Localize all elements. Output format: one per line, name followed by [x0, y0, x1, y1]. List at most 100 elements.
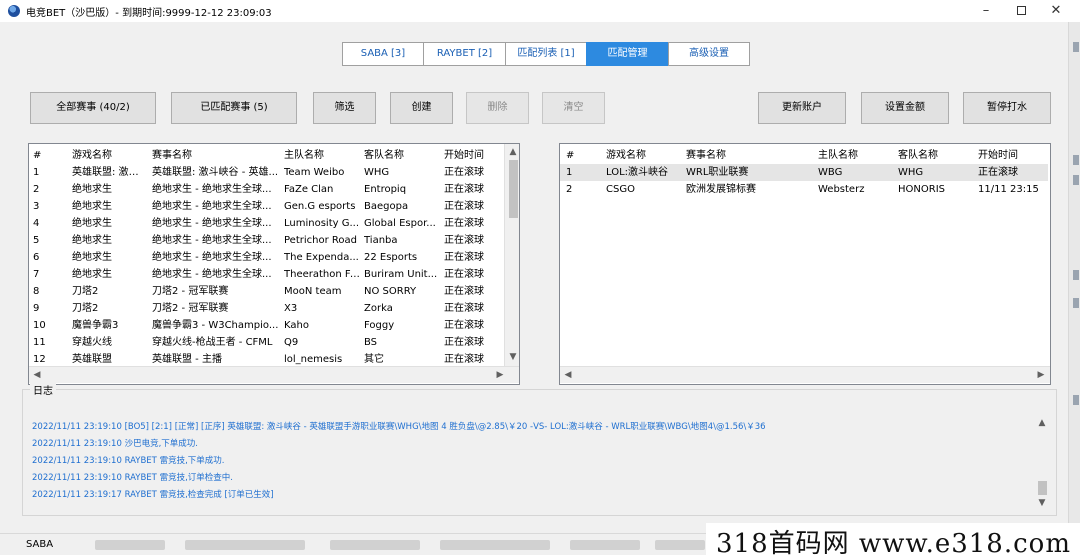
set-amount-button[interactable]: 设置金额	[861, 92, 949, 124]
matched-table-hscroll[interactable]: ◀ ▶	[560, 366, 1050, 383]
table-cell: WBG	[818, 167, 843, 178]
table-cell: Tianba	[364, 235, 398, 246]
table-cell: 英雄联盟: 激斗峡谷 - 英雄...	[152, 167, 279, 178]
table-row[interactable]: 6 绝地求生 绝地求生 - 绝地求生全球... The Expenda... 22 Es…	[29, 249, 500, 266]
events-table[interactable]: # 游戏名称 赛事名称 主队名称 客队名称 开始时间 1 英雄联盟: 激斗... 英…	[28, 143, 520, 385]
maximize-button[interactable]	[1003, 0, 1039, 22]
tab-saba[interactable]: SABA [3]	[342, 42, 424, 66]
log-vscroll[interactable]: ▲ ▼	[1034, 415, 1051, 513]
table-cell: 刀塔2	[72, 286, 99, 297]
table-cell: BS	[364, 337, 378, 348]
table-cell: 正在滚球	[444, 286, 484, 297]
log-line: 2022/11/11 23:19:10 RAYBET 雷竞技,订单检查中.	[32, 473, 233, 483]
scroll-up-icon[interactable]: ▲	[1036, 415, 1048, 432]
table-row[interactable]: 2 CSGO 欧洲发展锦标赛 Websterz HONORIS 11/11 23:15	[560, 181, 1048, 198]
tab-raybet[interactable]: RAYBET [2]	[423, 42, 506, 66]
col-index[interactable]: #	[566, 147, 601, 164]
log-line: 2022/11/11 23:19:17 RAYBET 雷竞技,检查完成 [订单已…	[32, 490, 274, 500]
table-cell: 穿越火线	[72, 337, 112, 348]
table-row[interactable]: 1 英雄联盟: 激斗... 英雄联盟: 激斗峡谷 - 英雄... Team Weibo…	[29, 164, 500, 181]
table-cell: 绝地求生 - 绝地求生全球...	[152, 184, 272, 195]
table-cell: WHG	[364, 167, 390, 178]
table-cell: 8	[33, 286, 40, 297]
table-cell: Foggy	[364, 320, 395, 331]
col-event[interactable]: 赛事名称	[686, 147, 814, 164]
table-cell: 魔兽争霸3	[72, 320, 119, 331]
col-home-team[interactable]: 主队名称	[284, 147, 360, 164]
scroll-up-icon[interactable]: ▲	[507, 144, 519, 161]
col-event[interactable]: 赛事名称	[152, 147, 280, 164]
table-row[interactable]: 1 LOL:激斗峡谷 WRL职业联赛 WBG WHG 正在滚球	[560, 164, 1048, 181]
minimize-button[interactable]: –	[968, 0, 1004, 22]
table-cell: 刀塔2 - 冠军联赛	[152, 286, 229, 297]
pause-betting-button[interactable]: 暂停打水	[963, 92, 1051, 124]
filter-button[interactable]: 筛选	[313, 92, 376, 124]
tab-advanced-settings[interactable]: 高级设置	[668, 42, 750, 66]
table-cell: 10	[33, 320, 46, 331]
table-row[interactable]: 10 魔兽争霸3 魔兽争霸3 - W3Champio... Kaho Foggy 正在滚球	[29, 317, 500, 334]
table-cell: 绝地求生	[72, 184, 112, 195]
delete-button[interactable]: 删除	[466, 92, 529, 124]
log-line: 2022/11/11 23:19:10 RAYBET 雷竞技,下单成功.	[32, 456, 225, 466]
col-start-time[interactable]: 开始时间	[444, 147, 504, 164]
table-cell: 11	[33, 337, 46, 348]
scroll-left-icon[interactable]: ◀	[562, 367, 574, 384]
col-game[interactable]: 游戏名称	[72, 147, 147, 164]
table-cell: Zorka	[364, 303, 393, 314]
table-row[interactable]: 9 刀塔2 刀塔2 - 冠军联赛 X3 Zorka 正在滚球	[29, 300, 500, 317]
table-row[interactable]: 3 绝地求生 绝地求生 - 绝地求生全球... Gen.G esports Baegop…	[29, 198, 500, 215]
table-cell: 魔兽争霸3 - W3Champio...	[152, 320, 279, 331]
col-away-team[interactable]: 客队名称	[898, 147, 974, 164]
maximize-icon	[1016, 6, 1026, 15]
table-row[interactable]: 7 绝地求生 绝地求生 - 绝地求生全球... Theerathon Fi... Bur…	[29, 266, 500, 283]
scroll-down-icon[interactable]: ▼	[507, 349, 519, 366]
table-cell: 绝地求生 - 绝地求生全球...	[152, 252, 272, 263]
table-row[interactable]: 5 绝地求生 绝地求生 - 绝地求生全球... Petrichor Road Tianb…	[29, 232, 500, 249]
table-cell: 绝地求生 - 绝地求生全球...	[152, 218, 272, 229]
events-table-vscroll[interactable]: ▲ ▼	[504, 144, 519, 366]
all-events-button[interactable]: 全部赛事 (40/2)	[30, 92, 156, 124]
scroll-right-icon[interactable]: ▶	[1035, 367, 1047, 384]
table-cell: 绝地求生	[72, 269, 112, 280]
table-cell: 2	[566, 184, 573, 195]
scroll-right-icon[interactable]: ▶	[494, 367, 506, 384]
table-cell: Baegopa	[364, 201, 409, 212]
col-away-team[interactable]: 客队名称	[364, 147, 440, 164]
table-cell: 英雄联盟: 激斗...	[72, 167, 147, 178]
main-tabs: SABA [3] RAYBET [2] 匹配列表 [1] 匹配管理 高级设置	[342, 42, 750, 66]
col-index[interactable]: #	[33, 147, 68, 164]
close-button[interactable]: ✕	[1038, 0, 1074, 22]
table-cell: CSGO	[606, 184, 635, 195]
refresh-accounts-button[interactable]: 更新账户	[758, 92, 846, 124]
site-watermark: 318首码网 www.e318.com	[716, 529, 1071, 555]
table-row[interactable]: 2 绝地求生 绝地求生 - 绝地求生全球... FaZe Clan Entropiq 正在…	[29, 181, 500, 198]
col-home-team[interactable]: 主队名称	[818, 147, 894, 164]
background-window-edge	[1068, 22, 1080, 555]
table-cell: NO SORRY	[364, 286, 417, 297]
window-title: 电竞BET（沙巴版）- 到期时间:9999-12-12 23:09:03	[26, 7, 272, 19]
matched-table[interactable]: # 游戏名称 赛事名称 主队名称 客队名称 开始时间 1 LOL:激斗峡谷 WRL职…	[559, 143, 1051, 385]
tab-match-manage[interactable]: 匹配管理	[586, 42, 669, 66]
table-cell: Global Espor...	[364, 218, 436, 229]
col-start-time[interactable]: 开始时间	[978, 147, 1048, 164]
table-cell: 3	[33, 201, 40, 212]
table-cell: 绝地求生	[72, 252, 112, 263]
events-table-hscroll[interactable]: ◀ ▶	[29, 366, 519, 383]
scroll-down-icon[interactable]: ▼	[1036, 495, 1048, 512]
table-row[interactable]: 8 刀塔2 刀塔2 - 冠军联赛 MooN team NO SORRY 正在滚球	[29, 283, 500, 300]
scroll-thumb[interactable]	[509, 160, 518, 218]
table-cell: 7	[33, 269, 40, 280]
table-cell: The Expenda...	[284, 252, 359, 263]
table-cell: 刀塔2	[72, 303, 99, 314]
table-cell: 9	[33, 303, 40, 314]
tab-match-list[interactable]: 匹配列表 [1]	[505, 42, 587, 66]
table-row[interactable]: 11 穿越火线 穿越火线-枪战王者 - CFML Q9 BS 正在滚球	[29, 334, 500, 351]
scroll-thumb[interactable]	[1038, 481, 1047, 495]
table-cell: 绝地求生 - 绝地求生全球...	[152, 269, 272, 280]
clear-button[interactable]: 清空	[542, 92, 605, 124]
col-game[interactable]: 游戏名称	[606, 147, 681, 164]
matched-events-button[interactable]: 已匹配赛事 (5)	[171, 92, 297, 124]
create-button[interactable]: 创建	[390, 92, 453, 124]
table-row[interactable]: 4 绝地求生 绝地求生 - 绝地求生全球... Luminosity G... Glob…	[29, 215, 500, 232]
table-cell: WHG	[898, 167, 924, 178]
